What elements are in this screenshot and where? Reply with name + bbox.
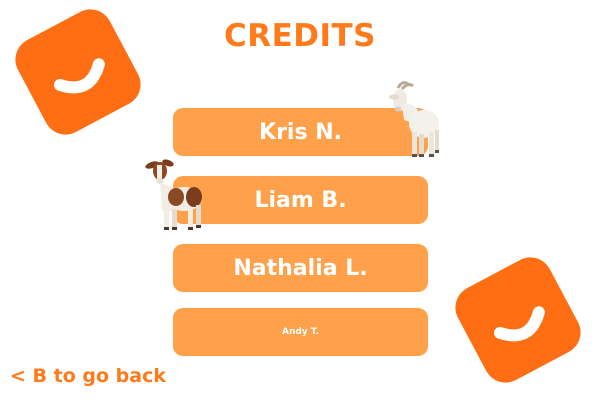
credit-item: Nathalia L. [173,244,428,292]
credit-name: Andy T. [281,327,319,337]
app-logo-icon [447,249,589,391]
credit-name: Kris N. [259,119,342,145]
back-hint[interactable]: < B to go back [10,365,166,387]
page-title: CREDITS [223,18,377,54]
goat-icon [389,81,439,157]
goat-icon [145,159,202,230]
credit-name: Liam B. [254,187,347,213]
credit-name: Nathalia L. [233,255,368,281]
credit-item: Andy T. [173,308,428,356]
credit-item: Liam B. [173,176,428,224]
